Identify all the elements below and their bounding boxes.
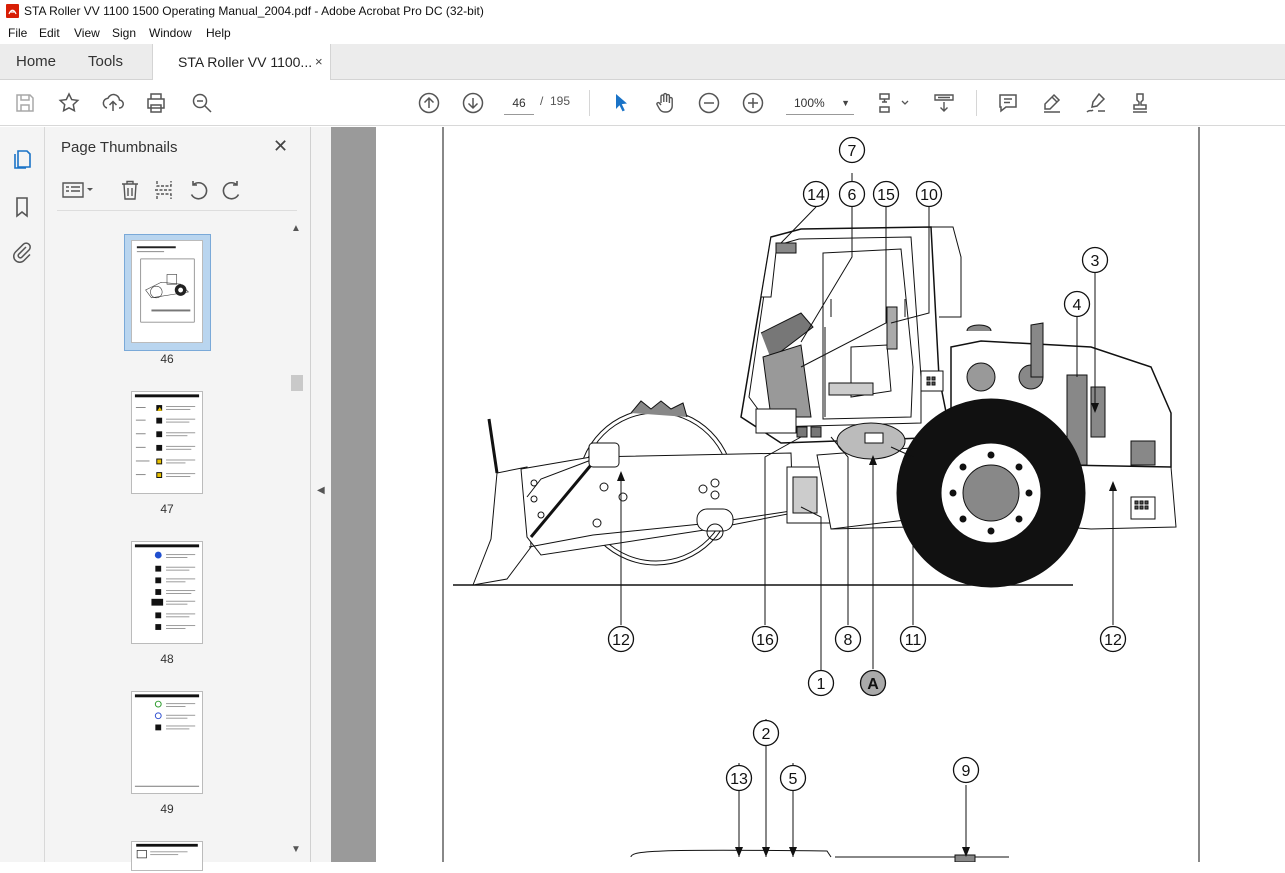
zoom-out-icon[interactable]	[697, 91, 721, 115]
callout-9: 9	[962, 763, 971, 780]
menu-bar: File Edit View Sign Window Help	[0, 22, 1285, 44]
highlight-icon[interactable]	[1040, 91, 1064, 115]
search-zoom-icon[interactable]	[190, 91, 214, 115]
toolbar-divider	[589, 90, 590, 116]
attachments-icon[interactable]	[10, 240, 34, 264]
tab-home[interactable]: Home	[16, 53, 56, 70]
page-thumbnail[interactable]	[131, 391, 203, 494]
callout-12-left: 12	[612, 632, 630, 649]
page-up-icon[interactable]	[417, 91, 441, 115]
tab-document-label: STA Roller VV 1100...	[178, 54, 313, 70]
comment-icon[interactable]	[996, 91, 1020, 115]
tab-document[interactable]: STA Roller VV 1100... ×	[152, 44, 331, 81]
thumbnail-label: 47	[160, 502, 174, 516]
callout-6: 6	[848, 187, 857, 204]
callout-13: 13	[730, 771, 748, 788]
scroll-up-icon[interactable]: ▲	[291, 223, 301, 234]
print-icon[interactable]	[144, 91, 168, 115]
page-fit-icon[interactable]	[876, 91, 912, 115]
document-view[interactable]: 7 14 6 15 10 3 4 12 16 8 11 12 1 A 2 13 …	[331, 127, 1285, 862]
page-total: 195	[550, 94, 571, 108]
callout-5: 5	[789, 771, 798, 788]
callout-3: 3	[1091, 253, 1100, 270]
sign-icon[interactable]	[1084, 91, 1108, 115]
callout-2: 2	[762, 726, 771, 743]
page-down-icon[interactable]	[461, 91, 485, 115]
select-cursor-icon[interactable]	[609, 91, 633, 115]
chevron-down-icon: ▼	[841, 98, 850, 108]
thumbnail-label: 48	[160, 652, 174, 666]
rotate-right-icon[interactable]	[221, 179, 243, 201]
thumbnail-label: 49	[160, 802, 174, 816]
callout-14: 14	[807, 187, 825, 204]
save-icon[interactable]	[13, 91, 37, 115]
menu-sign[interactable]: Sign	[112, 26, 136, 40]
tab-tools[interactable]: Tools	[88, 53, 123, 70]
page-thumbnail[interactable]	[131, 541, 203, 644]
callout-16: 16	[756, 632, 774, 649]
menu-window[interactable]: Window	[149, 26, 192, 40]
thumbnail-label: 46	[160, 352, 174, 366]
callout-1: 1	[817, 676, 826, 693]
page-thumbnails-panel: Page Thumbnails ✕ 46 47 48 49 ▲ ▼	[45, 127, 311, 871]
close-icon[interactable]: ✕	[273, 136, 288, 157]
bookmark-star-icon[interactable]	[57, 91, 81, 115]
menu-help[interactable]: Help	[206, 26, 231, 40]
callout-10: 10	[920, 187, 938, 204]
thumbnails-scrollbar[interactable]: ▲ ▼	[291, 223, 303, 855]
scroll-mode-icon[interactable]	[932, 91, 956, 115]
window-title: STA Roller VV 1100 1500 Operating Manual…	[24, 4, 484, 18]
chevron-left-icon[interactable]: ◀	[317, 485, 325, 496]
tab-bar: Home Tools STA Roller VV 1100... ×	[0, 44, 1285, 81]
upload-icon[interactable]	[101, 91, 125, 115]
callout-15: 15	[877, 187, 895, 204]
menu-file[interactable]: File	[8, 26, 27, 40]
page-thumbnail[interactable]	[131, 691, 203, 794]
callout-7: 7	[848, 143, 857, 160]
zoom-in-icon[interactable]	[741, 91, 765, 115]
panel-collapse-strip[interactable]: ◀	[311, 127, 331, 862]
page-number-input[interactable]: 46	[504, 91, 534, 115]
bookmarks-icon[interactable]	[10, 195, 34, 219]
callout-8: 8	[844, 632, 853, 649]
callout-12-right: 12	[1104, 632, 1122, 649]
page-thumbnails-icon[interactable]	[10, 147, 34, 171]
hand-icon[interactable]	[653, 91, 677, 115]
scroll-down-icon[interactable]: ▼	[291, 844, 301, 855]
zoom-level-value: 100%	[794, 96, 825, 110]
scrollbar-thumb[interactable]	[291, 375, 303, 391]
extract-page-icon[interactable]	[153, 179, 175, 201]
toolbar-divider	[976, 90, 977, 116]
menu-edit[interactable]: Edit	[39, 26, 60, 40]
left-navigation-rail	[0, 127, 45, 862]
thumbnail-options-icon[interactable]	[61, 179, 95, 201]
menu-view[interactable]: View	[74, 26, 100, 40]
panel-toolbar	[57, 171, 297, 211]
page-thumbnail[interactable]	[131, 841, 203, 871]
callout-11: 11	[905, 632, 922, 649]
roller-diagram: 7 14 6 15 10 3 4 12 16 8 11 12 1 A 2 13 …	[442, 127, 1200, 862]
tab-close-icon[interactable]: ×	[315, 54, 323, 69]
panel-title: Page Thumbnails	[61, 139, 178, 156]
callout-4: 4	[1073, 297, 1082, 314]
callout-A: A	[867, 676, 879, 693]
page-separator: /	[540, 94, 544, 108]
main-toolbar: 46 / 195 100% ▼	[0, 80, 1285, 126]
page-thumbnail[interactable]	[131, 240, 203, 343]
zoom-level-select[interactable]: 100% ▼	[786, 91, 854, 115]
delete-page-icon[interactable]	[119, 179, 141, 201]
title-bar: STA Roller VV 1100 1500 Operating Manual…	[0, 0, 1285, 22]
rotate-left-icon[interactable]	[187, 179, 209, 201]
acrobat-app-icon	[6, 4, 19, 18]
stamp-icon[interactable]	[1128, 91, 1152, 115]
